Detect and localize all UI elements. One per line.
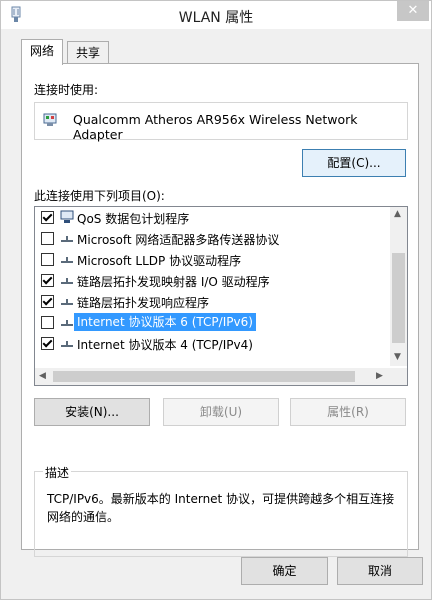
network-tab-panel: 连接时使用: Qualcomm Atheros AR956x Wireless … xyxy=(21,63,419,557)
adapter-name: Qualcomm Atheros AR956x Wireless Network… xyxy=(73,112,358,142)
tab-sharing-label: 共享 xyxy=(76,46,101,60)
list-item-label: Internet 协议版本 6 (TCP/IPv6) xyxy=(74,313,256,331)
tab-network[interactable]: 网络 xyxy=(21,39,64,65)
list-item[interactable]: 链路层拓扑发现映射器 I/O 驱动程序 xyxy=(35,270,387,291)
scroll-down-icon[interactable]: ▼ xyxy=(394,352,401,362)
protocol-icon xyxy=(61,257,73,263)
close-icon: ✕ xyxy=(407,3,419,18)
horizontal-scroll-thumb[interactable] xyxy=(53,371,355,382)
items-label: 此连接使用下列项目(O): xyxy=(34,189,165,203)
protocol-icon xyxy=(61,236,73,242)
checkbox[interactable] xyxy=(41,253,54,266)
cancel-button[interactable]: 取消 xyxy=(337,557,423,585)
scroll-up-icon[interactable]: ▲ xyxy=(394,209,401,219)
list-item-label: Microsoft 网络适配器多路传送器协议 xyxy=(77,233,280,247)
protocol-icon xyxy=(61,278,73,284)
list-item[interactable]: Microsoft 网络适配器多路传送器协议 xyxy=(35,228,387,249)
list-item-label: 链路层拓扑发现映射器 I/O 驱动程序 xyxy=(77,275,270,289)
protocol-icon xyxy=(61,341,73,347)
install-button[interactable]: 安装(N)... xyxy=(34,398,150,426)
checkbox[interactable] xyxy=(41,274,54,287)
properties-button[interactable]: 属性(R) xyxy=(290,398,406,426)
checkbox[interactable] xyxy=(41,295,54,308)
description-text: TCP/IPv6。最新版本的 Internet 协议，可提供跨越多个相互连接网络… xyxy=(47,492,395,524)
scroll-left-icon[interactable]: ◀ xyxy=(39,371,46,381)
list-item-label: Microsoft LLDP 协议驱动程序 xyxy=(77,254,242,268)
components-list[interactable]: QoS 数据包计划程序 Microsoft 网络适配器多路传送器协议 Micro… xyxy=(34,206,408,386)
horizontal-scrollbar[interactable]: ◀ ▶ xyxy=(35,368,407,385)
close-button[interactable]: ✕ xyxy=(397,1,429,21)
list-item-label: 链路层拓扑发现响应程序 xyxy=(77,296,210,310)
adapter-icon xyxy=(43,113,57,126)
protocol-icon xyxy=(61,320,73,326)
ok-button[interactable]: 确定 xyxy=(241,557,328,585)
vertical-scroll-thumb[interactable] xyxy=(392,253,405,343)
checkbox[interactable] xyxy=(41,337,54,350)
protocol-icon xyxy=(61,299,73,305)
configure-button[interactable]: 配置(C)... xyxy=(302,149,406,177)
dialog-content: 网络 共享 连接时使用: Qualcomm Atheros AR956x Wir… xyxy=(1,29,431,599)
list-item[interactable]: Internet 协议版本 4 (TCP/IPv4) xyxy=(35,333,387,354)
checkbox[interactable] xyxy=(41,211,54,224)
properties-window: WLAN 属性 ✕ 网络 共享 连接时使用: Qualcomm Atheros … xyxy=(0,0,432,600)
title-bar[interactable]: WLAN 属性 ✕ xyxy=(1,1,431,29)
description-title: 描述 xyxy=(43,464,72,481)
tab-sharing[interactable]: 共享 xyxy=(67,41,110,64)
connect-using-label: 连接时使用: xyxy=(34,83,99,97)
window-title: WLAN 属性 xyxy=(178,10,254,26)
network-monitor-icon xyxy=(60,210,74,223)
list-item[interactable]: Microsoft LLDP 协议驱动程序 xyxy=(35,249,387,270)
list-item[interactable]: QoS 数据包计划程序 xyxy=(35,207,387,228)
list-item[interactable]: 链路层拓扑发现响应程序 xyxy=(35,291,387,312)
checkbox[interactable] xyxy=(41,232,54,245)
checkbox[interactable] xyxy=(41,316,54,329)
list-item-selected[interactable]: Internet 协议版本 6 (TCP/IPv6) xyxy=(35,312,387,333)
list-item-label: Internet 协议版本 4 (TCP/IPv4) xyxy=(77,338,253,352)
tab-network-label: 网络 xyxy=(30,44,55,58)
scroll-right-icon[interactable]: ▶ xyxy=(376,371,383,381)
vertical-scrollbar[interactable]: ▲ ▼ xyxy=(390,207,407,366)
adapter-field: Qualcomm Atheros AR956x Wireless Network… xyxy=(34,102,408,142)
list-item-label: QoS 数据包计划程序 xyxy=(77,212,190,226)
uninstall-button[interactable]: 卸载(U) xyxy=(163,398,279,426)
description-group: 描述 TCP/IPv6。最新版本的 Internet 协议，可提供跨越多个相互连… xyxy=(34,464,408,557)
